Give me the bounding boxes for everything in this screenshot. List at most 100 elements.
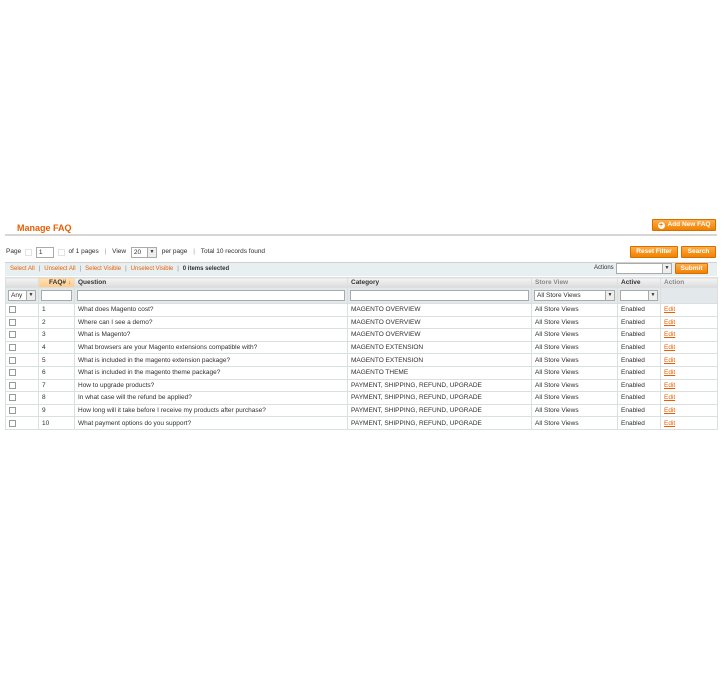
filter-question-cell (74, 287, 348, 304)
per-page-label: per page (161, 248, 188, 255)
view-label: View (112, 248, 127, 255)
row-active: Enabled (617, 378, 661, 393)
column-header-id[interactable]: FAQ# ↓ (38, 277, 75, 288)
per-page-select[interactable]: 20 ▼ (130, 246, 157, 258)
row-checkbox[interactable] (9, 406, 16, 414)
filter-id-input[interactable] (41, 290, 72, 301)
add-new-faq-button[interactable]: + Add New FAQ (652, 219, 716, 231)
chevron-down-icon: ▼ (648, 291, 657, 300)
row-action-cell: Edit (660, 391, 718, 405)
row-active: Enabled (617, 403, 661, 418)
row-id: 2 (38, 315, 75, 330)
table-row[interactable]: 7 How to upgrade products? PAYMENT, SHIPPI… (5, 378, 718, 393)
column-header-action: Action (660, 277, 718, 288)
row-checkbox[interactable] (9, 331, 16, 339)
edit-link[interactable]: Edit (664, 382, 675, 389)
row-action-cell: Edit (660, 303, 718, 317)
row-checkbox[interactable] (9, 394, 16, 402)
edit-link[interactable]: Edit (664, 344, 675, 351)
row-checkbox[interactable] (9, 381, 16, 389)
table-row[interactable]: 6 What is included in the magento theme p… (5, 365, 718, 380)
row-question: What browsers are your Magento extension… (74, 340, 348, 355)
filter-store-view-cell: All Store Views ▼ (531, 287, 618, 304)
row-category: MAGENTO EXTENSION (347, 353, 532, 367)
row-question: What is included in the magento theme pa… (74, 365, 348, 380)
filter-question-input[interactable] (77, 290, 345, 301)
column-header-question[interactable]: Question (74, 277, 348, 288)
prev-page-arrow-icon[interactable] (25, 248, 32, 256)
edit-link[interactable]: Edit (664, 420, 675, 427)
row-action-cell: Edit (660, 365, 718, 380)
row-id: 1 (38, 303, 75, 317)
select-visible-link[interactable]: Select Visible (85, 266, 121, 272)
filter-active-cell: ▼ (617, 287, 661, 304)
items-selected-count: 0 items selected (182, 266, 230, 272)
reset-filter-button[interactable]: Reset Filter (630, 246, 678, 258)
unselect-visible-link[interactable]: Unselect Visible (131, 266, 174, 272)
actions-select[interactable]: ▼ (616, 263, 672, 274)
row-checkbox[interactable] (9, 419, 16, 427)
edit-link[interactable]: Edit (664, 394, 675, 401)
column-header-active[interactable]: Active (617, 277, 661, 288)
row-question: What is Magento? (74, 328, 348, 342)
table-row[interactable]: 5 What is included in the magento extensi… (5, 353, 718, 367)
row-checkbox-cell (5, 378, 39, 393)
column-header-store-view: Store View (531, 277, 618, 288)
row-id: 10 (38, 416, 75, 430)
filter-active-select[interactable]: ▼ (620, 290, 658, 301)
submit-button[interactable]: Submit (675, 263, 708, 274)
row-action-cell: Edit (660, 340, 718, 355)
row-id: 3 (38, 328, 75, 342)
table-row[interactable]: 3 What is Magento? MAGENTO OVERVIEW All Sto… (5, 328, 718, 342)
row-question: How to upgrade products? (74, 378, 348, 393)
page-title: Manage FAQ (17, 223, 72, 233)
row-question: How long will it take before I receive m… (74, 403, 348, 418)
edit-link[interactable]: Edit (664, 407, 675, 414)
row-category: PAYMENT, SHIPPING, REFUND, UPGRADE (347, 378, 532, 393)
next-page-arrow-icon[interactable] (57, 248, 65, 256)
row-action-cell: Edit (660, 403, 718, 418)
row-active: Enabled (617, 315, 661, 330)
table-row[interactable]: 8 In what case will the refund be applied… (5, 391, 718, 405)
row-active: Enabled (617, 340, 661, 355)
column-header-category[interactable]: Category (347, 277, 532, 288)
select-all-link[interactable]: Select All (10, 266, 35, 272)
row-checkbox-cell (5, 391, 39, 405)
filter-category-input[interactable] (350, 290, 529, 301)
row-checkbox[interactable] (9, 318, 16, 326)
table-row[interactable]: 9 How long will it take before I receive … (5, 403, 718, 418)
row-id: 5 (38, 353, 75, 367)
filter-id-cell (38, 287, 75, 304)
table-row[interactable]: 4 What browsers are your Magento extensio… (5, 340, 718, 355)
edit-link[interactable]: Edit (664, 331, 675, 338)
grid-headings: FAQ# ↓ Question Category Store View Activ… (5, 277, 718, 288)
filter-checkbox-cell: Any ▼ (5, 287, 39, 304)
edit-link[interactable]: Edit (664, 369, 675, 376)
table-row[interactable]: 2 Where can I see a demo? MAGENTO OVERVIEW… (5, 315, 718, 330)
page-label: Page (6, 248, 22, 255)
row-active: Enabled (617, 391, 661, 405)
row-checkbox[interactable] (9, 306, 16, 314)
edit-link[interactable]: Edit (664, 319, 675, 326)
row-category: MAGENTO OVERVIEW (347, 328, 532, 342)
row-action-cell: Edit (660, 416, 718, 430)
table-row[interactable]: 10 What payment options do you support? PA… (5, 416, 718, 430)
plus-icon: + (657, 222, 665, 229)
page-number-input[interactable]: 1 (35, 246, 54, 258)
row-checkbox-cell (5, 328, 39, 342)
row-action-cell: Edit (660, 353, 718, 367)
table-row[interactable]: 1 What does Magento cost? MAGENTO OVERVIEW… (5, 303, 718, 317)
edit-link[interactable]: Edit (664, 306, 675, 313)
row-checkbox[interactable] (9, 369, 16, 377)
chevron-down-icon: ▼ (26, 291, 35, 300)
row-category: MAGENTO OVERVIEW (347, 315, 532, 330)
row-category: PAYMENT, SHIPPING, REFUND, UPGRADE (347, 403, 532, 418)
row-checkbox[interactable] (9, 356, 16, 364)
edit-link[interactable]: Edit (664, 357, 675, 364)
search-button[interactable]: Search (681, 246, 716, 258)
filter-store-view-select[interactable]: All Store Views ▼ (534, 290, 615, 301)
unselect-all-link[interactable]: Unselect All (44, 266, 75, 272)
row-checkbox[interactable] (9, 343, 16, 351)
row-checkbox-cell (5, 403, 39, 418)
filter-checkbox-select[interactable]: Any ▼ (8, 290, 36, 301)
